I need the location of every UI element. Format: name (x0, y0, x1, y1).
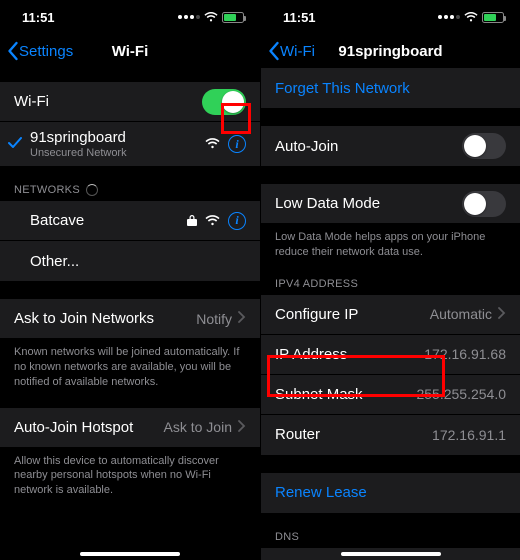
wifi-settings-screen: 11:51 Settings Wi-Fi Wi-Fi 91springbo (0, 0, 260, 560)
subnet-mask-row: Subnet Mask 255.255.254.0 (261, 375, 520, 415)
autojoin-hotspot-row[interactable]: Auto-Join Hotspot Ask to Join (0, 408, 260, 448)
lowdata-row[interactable]: Low Data Mode (261, 184, 520, 224)
wifi-toggle[interactable] (202, 89, 246, 115)
info-icon[interactable]: i (228, 135, 246, 153)
signal-icon (178, 15, 200, 19)
ipv4-header: IPV4 ADDRESS (261, 278, 520, 295)
wifi-icon (464, 12, 478, 23)
lowdata-footer: Low Data Mode helps apps on your iPhone … (261, 224, 520, 260)
checkmark-icon (8, 136, 22, 153)
autojoin-toggle[interactable] (462, 133, 506, 159)
nav-bar: Settings Wi-Fi (0, 34, 260, 68)
wifi-signal-icon (205, 215, 220, 227)
clock: 11:51 (283, 10, 316, 25)
battery-icon (222, 12, 244, 23)
spinner-icon (86, 184, 98, 196)
renew-lease-button[interactable]: Renew Lease (261, 473, 520, 513)
network-row-other[interactable]: Other... (0, 241, 260, 281)
signal-icon (438, 15, 460, 19)
info-icon[interactable]: i (228, 212, 246, 230)
status-bar: 11:51 (0, 0, 260, 34)
configure-ip-row[interactable]: Configure IP Automatic (261, 295, 520, 335)
wifi-icon (204, 12, 218, 23)
dns-header: DNS (261, 531, 520, 548)
router-row: Router 172.16.91.1 (261, 415, 520, 455)
lock-icon (187, 214, 197, 227)
ask-to-join-row[interactable]: Ask to Join Networks Notify (0, 299, 260, 339)
nav-bar: Wi-Fi 91springboard (261, 34, 520, 68)
autojoin-row[interactable]: Auto-Join (261, 126, 520, 166)
status-bar: 11:51 (261, 0, 520, 34)
forget-network-button[interactable]: Forget This Network (261, 68, 520, 108)
connected-network-row[interactable]: 91springboard Unsecured Network i (0, 122, 260, 166)
home-indicator[interactable] (80, 552, 180, 556)
networks-header: NETWORKS (0, 184, 260, 201)
network-detail-screen: 11:51 Wi-Fi 91springboard Forget This Ne… (260, 0, 520, 560)
chevron-right-icon (238, 310, 246, 327)
ask-footer: Known networks will be joined automatica… (0, 339, 260, 390)
wifi-signal-icon (205, 138, 220, 150)
ip-address-row: IP Address 172.16.91.68 (261, 335, 520, 375)
chevron-right-icon (498, 306, 506, 323)
clock: 11:51 (22, 10, 55, 25)
hotspot-footer: Allow this device to automatically disco… (0, 448, 260, 499)
network-row-batcave[interactable]: Batcave i (0, 201, 260, 241)
wifi-master-toggle-row[interactable]: Wi-Fi (0, 82, 260, 122)
back-button[interactable]: Settings (0, 41, 73, 61)
battery-icon (482, 12, 504, 23)
chevron-right-icon (238, 419, 246, 436)
back-button[interactable]: Wi-Fi (261, 41, 315, 61)
home-indicator[interactable] (341, 552, 441, 556)
lowdata-toggle[interactable] (462, 191, 506, 217)
